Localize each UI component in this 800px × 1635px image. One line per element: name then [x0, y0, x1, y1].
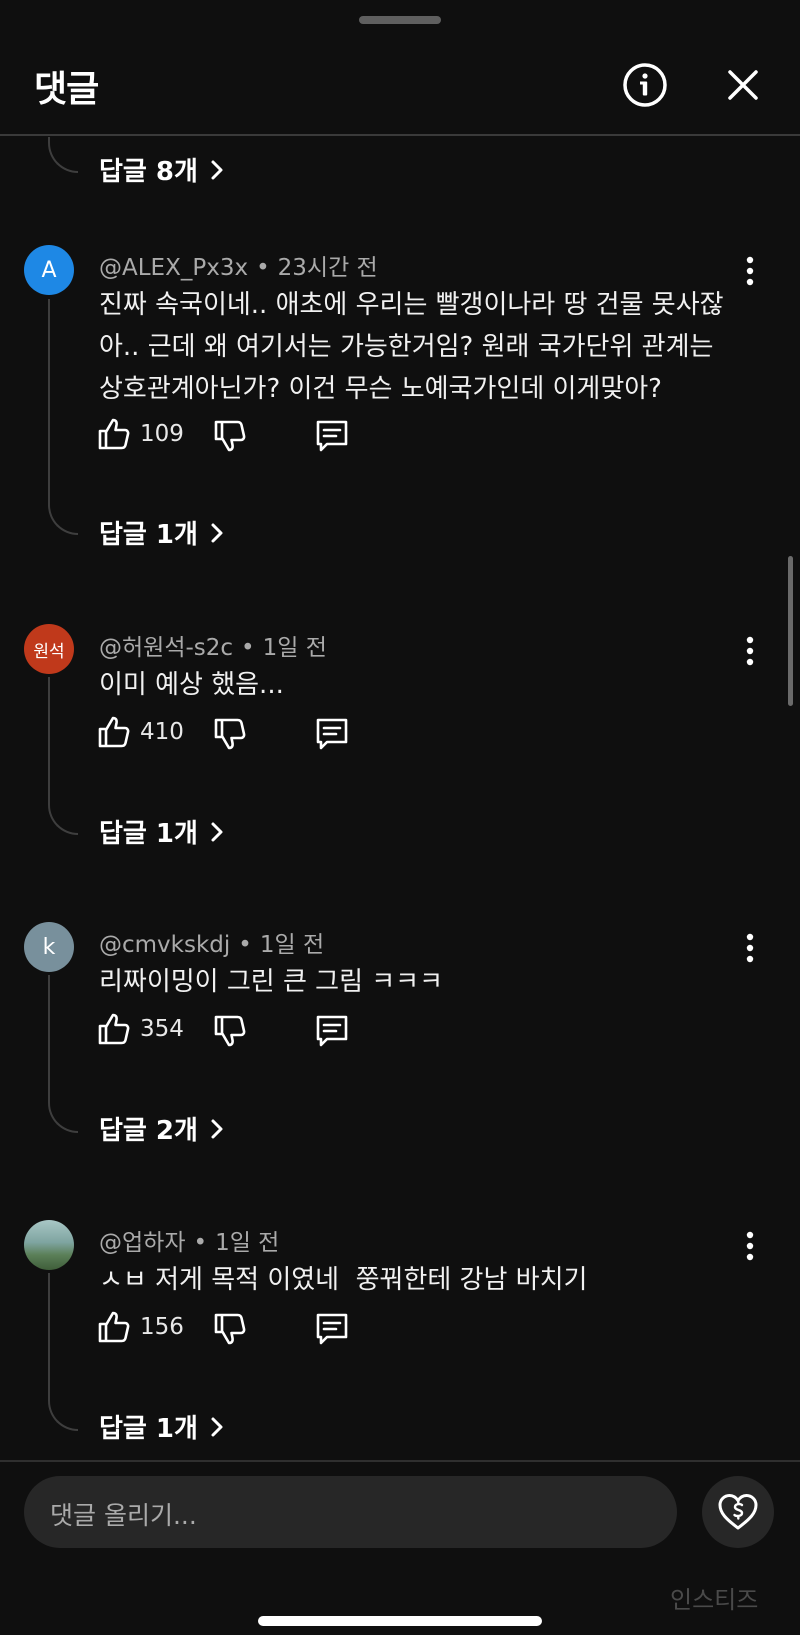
- reply-button[interactable]: [313, 1009, 351, 1053]
- sheet-header: 댓글: [0, 34, 800, 136]
- like-count: 109: [140, 421, 184, 447]
- thread-line: [48, 299, 78, 535]
- reply-button[interactable]: [313, 414, 351, 458]
- replies-link[interactable]: 답글 1개: [99, 813, 224, 850]
- replies-link-label: 답글 2개: [99, 1116, 198, 1146]
- dislike-button[interactable]: [212, 1307, 248, 1351]
- chevron-right-icon: [211, 1417, 223, 1436]
- replies-link[interactable]: 답글 1개: [99, 514, 224, 551]
- close-icon: [728, 70, 758, 100]
- thumbs-up-icon: [98, 1311, 130, 1343]
- thread-line: [48, 975, 78, 1133]
- watermark: 인스티즈: [670, 1586, 759, 1614]
- header-title: 댓글: [34, 69, 99, 110]
- comment-composer: 댓글 올리기... 인스티즈: [0, 1460, 800, 1635]
- avatar-initial: 원석: [33, 641, 65, 662]
- heart-dollar-icon: [718, 1494, 758, 1530]
- scrollbar[interactable]: [788, 556, 793, 706]
- comment-meta: @ALEX_Px3x • 23시간 전: [99, 255, 378, 281]
- comment-text: 리짜이밍이 그린 큰 그림 ㅋㅋㅋ: [99, 961, 759, 1003]
- thumbs-down-icon: [214, 718, 246, 750]
- comment-text-line: 이미 예상 했음...: [99, 670, 284, 700]
- comment-bubble-icon: [316, 1313, 348, 1345]
- reply-button[interactable]: [313, 712, 351, 756]
- comment-text: ㅅㅂ 저게 목적 이였네 쭝꿔한테 강남 바치기: [99, 1259, 759, 1301]
- dislike-button[interactable]: [212, 414, 248, 458]
- comment-bubble-icon: [316, 718, 348, 750]
- super-thanks-button[interactable]: [702, 1476, 774, 1548]
- comment-time: 1일 전: [259, 932, 325, 958]
- home-indicator[interactable]: [258, 1616, 542, 1626]
- chevron-right-icon: [211, 822, 223, 841]
- avatar-initial: A: [41, 257, 57, 283]
- drag-handle[interactable]: [359, 16, 441, 24]
- chevron-right-icon: [211, 160, 223, 179]
- like-count: 156: [140, 1314, 184, 1340]
- avatar-initial: k: [42, 934, 56, 960]
- comment-text-line: 리짜이밍이 그린 큰 그림 ㅋㅋㅋ: [99, 967, 444, 997]
- comment-input[interactable]: 댓글 올리기...: [24, 1476, 677, 1548]
- comment-meta: @허원석-s2c • 1일 전: [99, 635, 327, 661]
- comment-time: 1일 전: [215, 1230, 280, 1256]
- replies-link-label: 답글 1개: [99, 520, 198, 550]
- comment-author[interactable]: @허원석-s2c: [99, 635, 233, 661]
- replies-link-label: 답글 8개: [99, 157, 198, 187]
- comment-text-line: ㅅㅂ 저게 목적 이였네 쭝꿔한테 강남 바치기: [99, 1265, 588, 1295]
- comment-time: 23시간 전: [277, 255, 378, 281]
- dislike-button[interactable]: [212, 1009, 248, 1053]
- comment-bubble-icon: [316, 1015, 348, 1047]
- comment-text: 진짜 속국이네.. 애초에 우리는 빨갱이나라 땅 건물 못사잖 아.. 근데 …: [99, 284, 759, 410]
- comment-author[interactable]: @업하자: [99, 1230, 185, 1256]
- comment-author[interactable]: @ALEX_Px3x: [99, 255, 248, 281]
- comment-meta: @업하자 • 1일 전: [99, 1230, 280, 1256]
- comment-bubble-icon: [316, 420, 348, 452]
- avatar[interactable]: k: [24, 922, 74, 972]
- comment-time: 1일 전: [262, 635, 327, 661]
- reply-button[interactable]: [313, 1307, 351, 1351]
- comment-meta: @cmvkskdj • 1일 전: [99, 932, 325, 958]
- comment-author[interactable]: @cmvkskdj: [99, 932, 230, 958]
- like-button[interactable]: 156: [96, 1305, 184, 1349]
- like-button[interactable]: 109: [96, 412, 184, 456]
- thumbs-down-icon: [214, 1015, 246, 1047]
- avatar[interactable]: [24, 1220, 74, 1270]
- avatar[interactable]: 원석: [24, 624, 74, 674]
- comments-list[interactable]: 답글 8개 A @ALEX_Px3x • 23시간 전 진짜 속국이네.. 애초에 …: [0, 137, 800, 1459]
- thumbs-down-icon: [214, 420, 246, 452]
- avatar[interactable]: A: [24, 245, 74, 295]
- chevron-right-icon: [211, 523, 223, 542]
- dislike-button[interactable]: [212, 712, 248, 756]
- comment-text-line: 진짜 속국이네.. 애초에 우리는 빨갱이나라 땅 건물 못사잖: [99, 290, 724, 320]
- info-circle-icon: [623, 63, 667, 107]
- replies-link-label: 답글 1개: [99, 1414, 198, 1444]
- like-count: 410: [140, 719, 184, 745]
- thumbs-up-icon: [98, 418, 130, 450]
- comment-text-line: 아.. 근데 왜 여기서는 가능한거임? 원래 국가단위 관계는: [99, 332, 714, 362]
- thread-line: [48, 137, 78, 173]
- thumbs-down-icon: [214, 1313, 246, 1345]
- replies-link[interactable]: 답글 8개: [99, 151, 224, 188]
- info-button[interactable]: [620, 60, 670, 110]
- comment-text-line: 상호관계아닌가? 이건 무슨 노예국가인데 이게맞아?: [99, 374, 662, 404]
- thumbs-up-icon: [98, 1013, 130, 1045]
- close-button[interactable]: [718, 60, 768, 110]
- comment-text: 이미 예상 했음...: [99, 664, 759, 706]
- thumbs-up-icon: [98, 716, 130, 748]
- thread-line: [48, 677, 78, 835]
- like-count: 354: [140, 1016, 184, 1042]
- comment-input-placeholder: 댓글 올리기...: [50, 1501, 197, 1530]
- comments-sheet: 댓글 답글 8개 A @ALEX_Px3x • 23시간 전 진짜 속국이네..…: [0, 0, 800, 1635]
- like-button[interactable]: 410: [96, 710, 184, 754]
- replies-link-label: 답글 1개: [99, 819, 198, 849]
- replies-link[interactable]: 답글 1개: [99, 1408, 224, 1445]
- like-button[interactable]: 354: [96, 1007, 184, 1051]
- chevron-right-icon: [211, 1119, 223, 1138]
- thread-line: [48, 1273, 78, 1431]
- replies-link[interactable]: 답글 2개: [99, 1110, 224, 1147]
